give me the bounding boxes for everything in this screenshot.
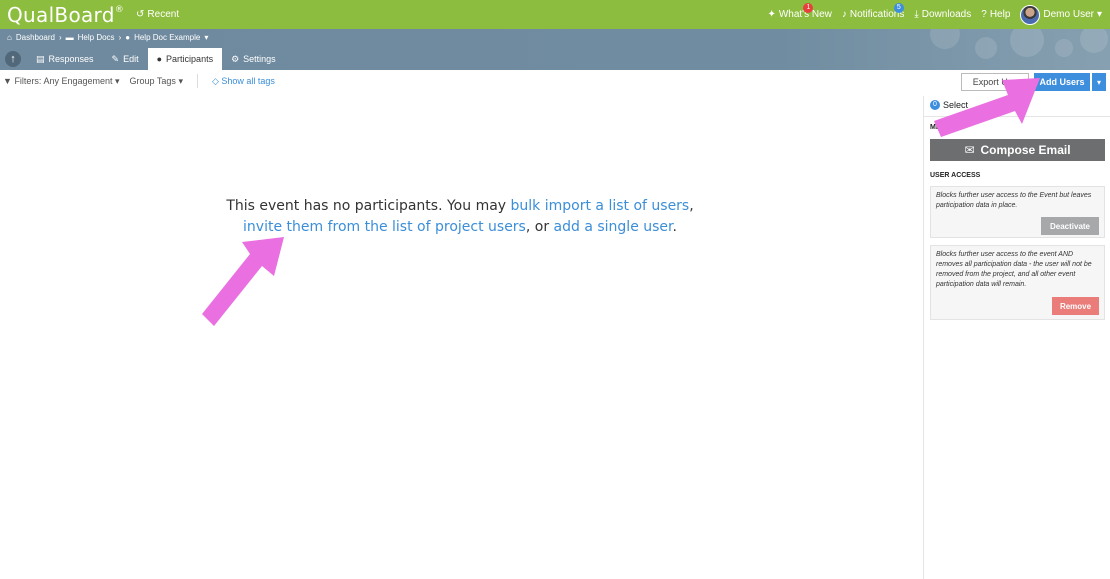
arrow-to-invite-link bbox=[202, 237, 284, 326]
arrow-to-add-users bbox=[934, 78, 1040, 137]
annotation-arrows bbox=[202, 78, 1040, 326]
